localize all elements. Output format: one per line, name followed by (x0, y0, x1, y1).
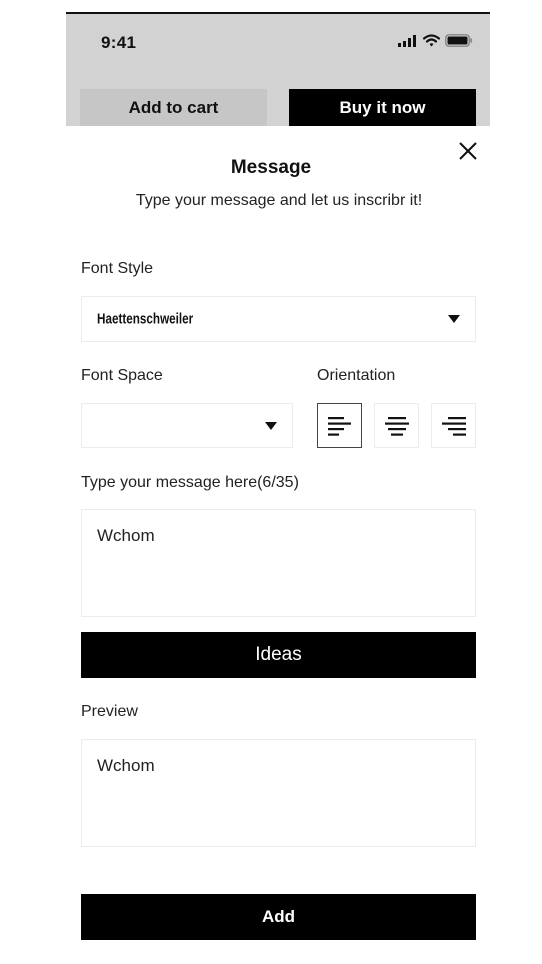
orientation-label: Orientation (317, 367, 396, 384)
align-left-button[interactable] (317, 403, 362, 448)
chevron-down-icon (448, 315, 460, 323)
align-center-icon (384, 416, 409, 436)
add-button[interactable]: Add (81, 894, 476, 940)
cellular-signal-icon (398, 34, 416, 47)
preview-label: Preview (81, 703, 138, 720)
message-label: Type your message here(6/35) (81, 474, 299, 491)
font-space-label: Font Space (81, 367, 163, 384)
message-input[interactable]: Wchom (81, 509, 476, 617)
preview-box: Wchom (81, 739, 476, 847)
status-time: 9:41 (101, 33, 137, 52)
wifi-icon (423, 34, 440, 47)
battery-icon (445, 34, 473, 47)
align-right-button[interactable] (431, 403, 476, 448)
align-right-icon (441, 416, 466, 436)
font-space-select[interactable] (81, 403, 293, 448)
ideas-button[interactable]: Ideas (81, 632, 476, 678)
buy-it-now-button: Buy it now (289, 89, 476, 126)
align-center-button[interactable] (374, 403, 419, 448)
modal-title: Message (230, 157, 312, 178)
font-style-value: Haettenschweiler (97, 310, 194, 328)
chevron-down-icon (265, 421, 277, 430)
status-icons (398, 34, 473, 47)
align-left-icon (327, 416, 351, 436)
modal-subtitle: Type your message and let us inscribr it… (135, 192, 423, 209)
add-to-cart-button: Add to cart (80, 89, 267, 126)
font-style-select[interactable]: Haettenschweiler (81, 296, 476, 342)
font-style-label: Font Style (81, 260, 154, 277)
